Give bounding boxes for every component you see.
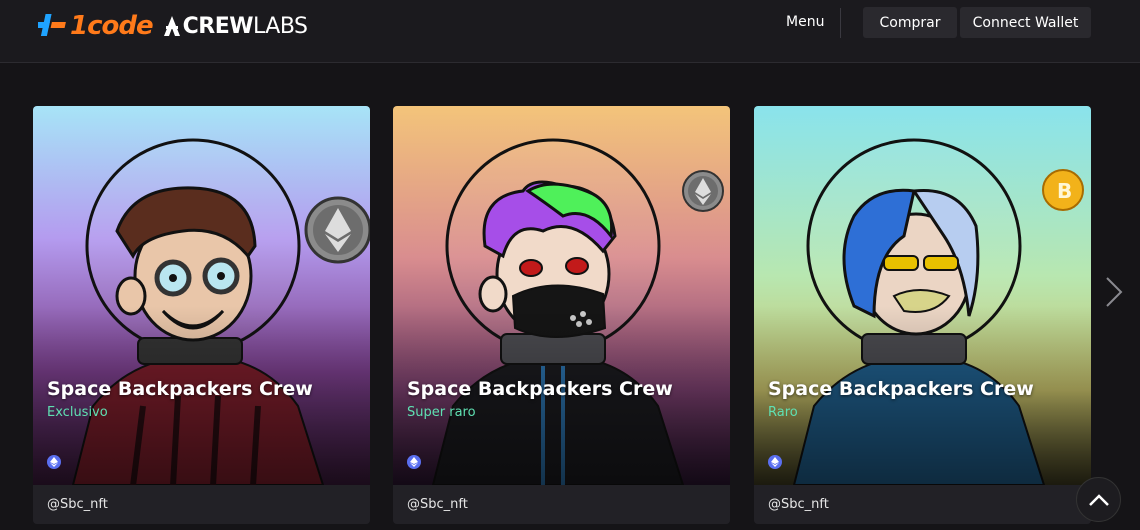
card-footer: @Sbc_nft — [393, 485, 730, 524]
card-footer: @Sbc_nft — [33, 485, 370, 524]
connect-wallet-button[interactable]: Connect Wallet — [960, 7, 1091, 38]
chevron-right-icon[interactable] — [1104, 276, 1124, 312]
card-handle[interactable]: @Sbc_nft — [768, 497, 829, 512]
logo-1code-text: 1code — [70, 11, 154, 41]
card-rarity: Super raro — [407, 405, 476, 420]
nft-card-3[interactable]: B Space Backpackers Crew Raro @Sbc_nft — [754, 106, 1091, 524]
logo-crewlabs-text: CREWLABS — [182, 13, 308, 39]
plus-logo-icon — [38, 14, 66, 36]
card-handle[interactable]: @Sbc_nft — [407, 497, 468, 512]
card-title: Space Backpackers Crew — [47, 378, 313, 400]
card-rarity: Exclusivo — [47, 405, 108, 420]
logo-crewlabs: CREWLABS — [163, 14, 308, 39]
menu-link[interactable]: Menu — [786, 14, 824, 30]
buy-button[interactable]: Comprar — [863, 7, 957, 38]
card-title: Space Backpackers Crew — [407, 378, 673, 400]
nav-divider — [840, 8, 841, 38]
brand-logo[interactable]: 1code CREWLABS — [38, 10, 308, 42]
card-rarity: Raro — [768, 405, 798, 420]
scroll-top-button[interactable] — [1076, 477, 1121, 522]
card-title: Space Backpackers Crew — [768, 378, 1034, 400]
nft-card-1[interactable]: Space Backpackers Crew Exclusivo @Sbc_nf… — [33, 106, 370, 524]
site-header: 1code CREWLABS Menu Comprar Connect Wall… — [0, 0, 1140, 63]
ethereum-small-icon — [407, 455, 421, 469]
nft-card-2[interactable]: Space Backpackers Crew Super raro @Sbc_n… — [393, 106, 730, 524]
svg-text:B: B — [1057, 179, 1072, 203]
ethereum-small-icon — [768, 455, 782, 469]
crew-rocket-icon — [163, 16, 180, 36]
logo-1code: 1code — [38, 11, 154, 41]
card-handle[interactable]: @Sbc_nft — [47, 497, 108, 512]
ethereum-small-icon — [47, 455, 61, 469]
chevron-up-icon — [1088, 493, 1109, 506]
card-footer: @Sbc_nft — [754, 485, 1091, 524]
